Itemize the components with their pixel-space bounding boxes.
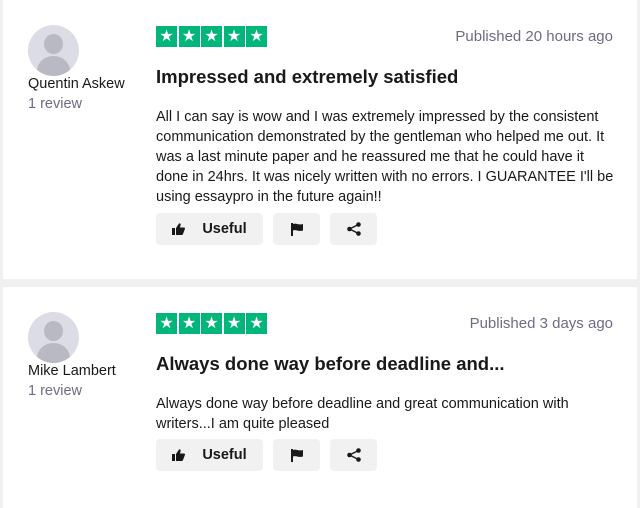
useful-button[interactable]: Useful xyxy=(156,213,263,245)
flag-icon xyxy=(290,222,303,236)
flag-icon xyxy=(290,448,303,462)
star-icon: ★ xyxy=(178,26,200,47)
review-actions: Useful xyxy=(156,213,377,245)
review-card: Mike Lambert 1 review ★ ★ ★ ★ ★ Publishe… xyxy=(3,287,637,508)
review-title[interactable]: Impressed and extremely satisfied xyxy=(156,66,458,88)
review-actions: Useful xyxy=(156,439,377,471)
star-icon: ★ xyxy=(223,26,245,47)
thumbs-up-icon xyxy=(172,223,186,235)
review-text: Always done way before deadline and grea… xyxy=(156,396,569,432)
thumbs-up-icon xyxy=(172,449,186,461)
star-icon: ★ xyxy=(201,26,222,47)
reviewer-review-count: 1 review xyxy=(28,383,82,399)
useful-label: Useful xyxy=(202,221,247,237)
star-icon: ★ xyxy=(156,26,177,47)
star-icon: ★ xyxy=(246,26,267,47)
reviewer-review-count: 1 review xyxy=(28,96,82,112)
star-icon: ★ xyxy=(223,313,245,334)
useful-label: Useful xyxy=(202,447,247,463)
flag-button[interactable] xyxy=(273,439,320,471)
useful-button[interactable]: Useful xyxy=(156,439,263,471)
star-icon: ★ xyxy=(246,313,267,334)
star-icon: ★ xyxy=(156,313,177,334)
avatar[interactable] xyxy=(28,25,79,76)
share-icon xyxy=(346,448,361,462)
reviewer-name[interactable]: Mike Lambert xyxy=(28,363,116,379)
review-text: All I can say is wow and I was extremely… xyxy=(156,109,614,205)
reviewer-name[interactable]: Quentin Askew xyxy=(28,76,125,92)
share-button[interactable] xyxy=(330,213,377,245)
flag-button[interactable] xyxy=(273,213,320,245)
share-button[interactable] xyxy=(330,439,377,471)
published-date: Published 20 hours ago xyxy=(455,28,613,45)
star-rating: ★ ★ ★ ★ ★ xyxy=(156,26,269,47)
avatar[interactable] xyxy=(28,312,79,363)
star-rating: ★ ★ ★ ★ ★ xyxy=(156,313,269,334)
star-icon: ★ xyxy=(178,313,200,334)
review-title[interactable]: Always done way before deadline and... xyxy=(156,353,505,375)
published-date: Published 3 days ago xyxy=(469,315,613,332)
share-icon xyxy=(346,222,361,236)
review-card: Quentin Askew 1 review ★ ★ ★ ★ ★ Publish… xyxy=(3,0,637,279)
star-icon: ★ xyxy=(201,313,222,334)
